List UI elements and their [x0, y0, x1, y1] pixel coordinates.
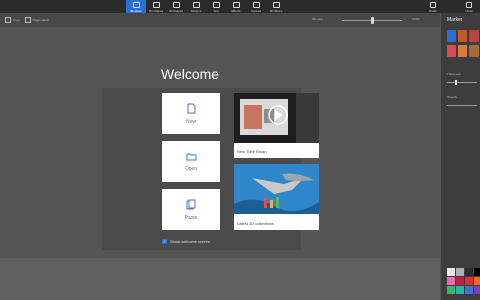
- color-swatch[interactable]: [456, 277, 464, 285]
- zoom-value: 100%: [412, 17, 420, 21]
- show-welcome-checkbox[interactable]: ✓: [162, 239, 167, 244]
- tab-3d-shapes[interactable]: 3D shapes: [166, 0, 186, 13]
- magic-select-button[interactable]: Magic select: [33, 18, 50, 22]
- open-tile-label: Open: [184, 165, 198, 172]
- crayon-brush-button[interactable]: [447, 45, 456, 57]
- tube-brush-card[interactable]: New Tube Brush: [234, 93, 319, 158]
- color-swatch[interactable]: [447, 286, 455, 294]
- stickers-icon: [192, 2, 200, 8]
- show-welcome-label: Show welcome screen: [170, 239, 211, 244]
- view-3d-toggle[interactable]: 3D view: [312, 17, 323, 21]
- effects-icon: [232, 2, 240, 8]
- 2d-shapes-icon: [152, 2, 160, 8]
- panel-title: Marker: [447, 17, 463, 23]
- folder-icon: [186, 153, 196, 160]
- opacity-slider[interactable]: [447, 105, 477, 106]
- new-tile-label: New: [185, 118, 196, 125]
- tube-brush-thumbnail: [234, 93, 319, 143]
- thickness-slider[interactable]: [447, 80, 477, 85]
- 3d-library-icon: [272, 2, 280, 8]
- tube-brush-caption: New Tube Brush: [237, 149, 267, 154]
- opacity-label: Opacity: [447, 95, 458, 99]
- pixel-pen-button[interactable]: [458, 45, 467, 57]
- crop-icon[interactable]: [5, 17, 11, 23]
- zoom-slider-thumb[interactable]: [371, 17, 374, 24]
- color-swatch[interactable]: [456, 268, 464, 276]
- color-swatch[interactable]: [447, 268, 455, 276]
- collections-thumbnail: [234, 164, 319, 214]
- color-swatch[interactable]: [474, 277, 480, 285]
- tab-stickers[interactable]: Stickers: [186, 0, 206, 13]
- color-swatch[interactable]: [465, 286, 473, 294]
- new-tile[interactable]: New: [162, 93, 220, 134]
- magic-select-icon[interactable]: [24, 17, 31, 23]
- collections-card[interactable]: Latest 3D collections: [234, 164, 319, 230]
- paste-icon: [186, 199, 196, 209]
- tab-effects[interactable]: Effects: [226, 0, 246, 13]
- tab-canvas[interactable]: Canvas: [246, 0, 266, 13]
- paste-tile[interactable]: Paste: [162, 189, 220, 230]
- thickness-slider-thumb[interactable]: [454, 80, 457, 85]
- color-palette: [447, 268, 480, 300]
- open-tile[interactable]: Open: [162, 141, 220, 182]
- canvas-bottom-band: [0, 258, 440, 300]
- oil-brush-button[interactable]: [469, 30, 479, 42]
- brushes-icon: [132, 2, 140, 8]
- color-swatch[interactable]: [465, 277, 473, 285]
- paste-button[interactable]: Paste: [426, 0, 440, 13]
- welcome-title: Welcome: [161, 66, 220, 82]
- tab-2d-shapes[interactable]: 2D shapes: [146, 0, 166, 13]
- color-swatch[interactable]: [474, 286, 480, 294]
- undo-icon: [466, 2, 472, 8]
- color-swatch[interactable]: [447, 277, 455, 285]
- tab-3d-library[interactable]: 3D library: [266, 0, 286, 13]
- color-swatch[interactable]: [474, 268, 480, 276]
- text-icon: [212, 2, 220, 8]
- canvas-icon: [252, 2, 260, 8]
- crop-button[interactable]: Crop: [13, 18, 20, 22]
- paste-icon: [430, 2, 436, 8]
- tab-brushes[interactable]: Brushes: [126, 0, 146, 13]
- new-file-icon: [187, 103, 195, 113]
- spray-can-button[interactable]: [469, 45, 479, 57]
- paste-tile-label: Paste: [184, 214, 198, 221]
- pen-brush-button[interactable]: [458, 30, 467, 42]
- color-swatch[interactable]: [456, 286, 464, 294]
- 3d-shapes-icon: [172, 2, 180, 8]
- color-swatch[interactable]: [465, 268, 473, 276]
- marker-brush-button[interactable]: [447, 30, 456, 42]
- tab-text[interactable]: Text: [206, 0, 226, 13]
- collections-caption: Latest 3D collections: [237, 221, 274, 226]
- thickness-label: Thickness: [447, 72, 461, 76]
- undo-button[interactable]: Undo: [462, 0, 476, 13]
